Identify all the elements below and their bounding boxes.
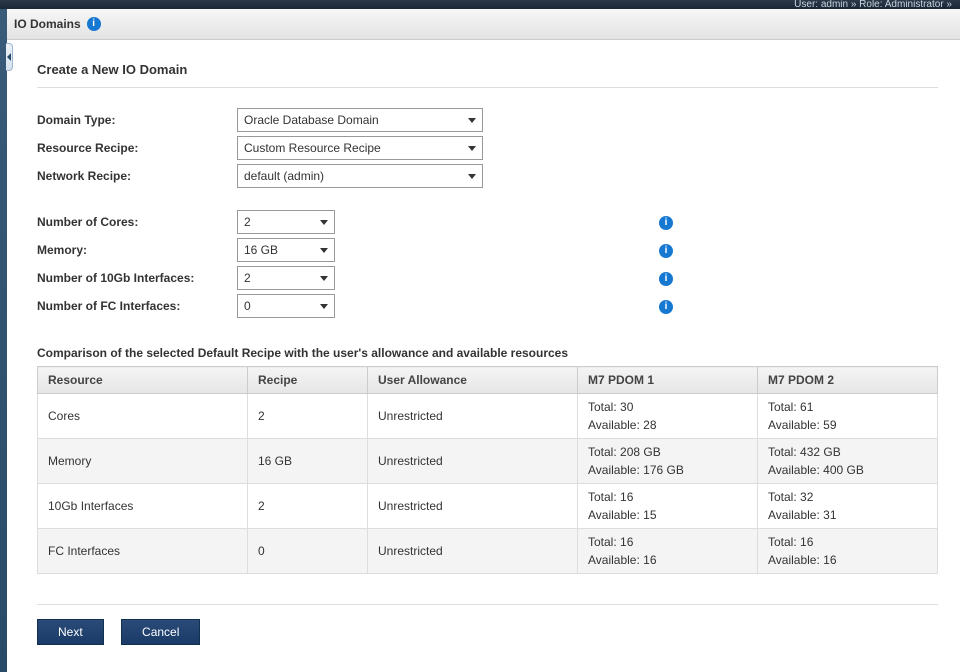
- nav-rail: [0, 9, 7, 672]
- cell-recipe: 16 GB: [248, 439, 368, 484]
- th-user: User Allowance: [368, 367, 578, 394]
- fc-select[interactable]: 0: [237, 294, 335, 318]
- ten-gb-value: 2: [244, 271, 251, 285]
- cell-resource: 10Gb Interfaces: [38, 484, 248, 529]
- resource-recipe-select[interactable]: Custom Resource Recipe: [237, 136, 483, 160]
- memory-select[interactable]: 16 GB: [237, 238, 335, 262]
- table-row: FC Interfaces0UnrestrictedTotal: 16Avail…: [38, 529, 938, 574]
- resource-recipe-label: Resource Recipe:: [37, 141, 237, 155]
- chevron-down-icon: [320, 304, 328, 309]
- comparison-title: Comparison of the selected Default Recip…: [37, 346, 938, 360]
- th-pdom1: M7 PDOM 1: [578, 367, 758, 394]
- th-recipe: Recipe: [248, 367, 368, 394]
- chevron-down-icon: [468, 146, 476, 151]
- chevron-down-icon: [468, 174, 476, 179]
- info-icon[interactable]: i: [659, 272, 673, 286]
- th-resource: Resource: [38, 367, 248, 394]
- nav-rail-expand[interactable]: [6, 43, 13, 71]
- cell-resource: Memory: [38, 439, 248, 484]
- cell-pdom1: Total: 208 GBAvailable: 176 GB: [578, 439, 758, 484]
- cores-select[interactable]: 2: [237, 210, 335, 234]
- memory-value: 16 GB: [244, 243, 278, 257]
- cell-user: Unrestricted: [368, 484, 578, 529]
- domain-type-label: Domain Type:: [37, 113, 237, 127]
- cell-pdom2: Total: 432 GBAvailable: 400 GB: [758, 439, 938, 484]
- info-icon[interactable]: i: [87, 17, 101, 31]
- cell-resource: FC Interfaces: [38, 529, 248, 574]
- cell-resource: Cores: [38, 394, 248, 439]
- cell-user: Unrestricted: [368, 439, 578, 484]
- cell-recipe: 2: [248, 484, 368, 529]
- header-title: IO Domains: [14, 17, 81, 31]
- page-title: Create a New IO Domain: [37, 56, 938, 88]
- cell-user: Unrestricted: [368, 394, 578, 439]
- cancel-button[interactable]: Cancel: [121, 619, 200, 645]
- network-recipe-label: Network Recipe:: [37, 169, 237, 183]
- fc-label: Number of FC Interfaces:: [37, 299, 237, 313]
- cell-recipe: 2: [248, 394, 368, 439]
- memory-label: Memory:: [37, 243, 237, 257]
- table-row: 10Gb Interfaces2UnrestrictedTotal: 16Ava…: [38, 484, 938, 529]
- info-icon[interactable]: i: [659, 244, 673, 258]
- cell-pdom2: Total: 16Available: 16: [758, 529, 938, 574]
- chevron-down-icon: [320, 276, 328, 281]
- network-recipe-value: default (admin): [244, 169, 324, 183]
- resource-recipe-value: Custom Resource Recipe: [244, 141, 381, 155]
- comparison-table: Resource Recipe User Allowance M7 PDOM 1…: [37, 366, 938, 574]
- info-icon[interactable]: i: [659, 216, 673, 230]
- cores-label: Number of Cores:: [37, 215, 237, 229]
- cell-pdom1: Total: 16Available: 16: [578, 529, 758, 574]
- th-pdom2: M7 PDOM 2: [758, 367, 938, 394]
- cell-pdom2: Total: 61Available: 59: [758, 394, 938, 439]
- network-recipe-select[interactable]: default (admin): [237, 164, 483, 188]
- next-button[interactable]: Next: [37, 619, 104, 645]
- table-header-row: Resource Recipe User Allowance M7 PDOM 1…: [38, 367, 938, 394]
- cell-pdom1: Total: 30Available: 28: [578, 394, 758, 439]
- cell-user: Unrestricted: [368, 529, 578, 574]
- cell-recipe: 0: [248, 529, 368, 574]
- domain-type-value: Oracle Database Domain: [244, 113, 379, 127]
- top-user-bar: User: admin » Role: Administrator »: [0, 0, 960, 9]
- cell-pdom1: Total: 16Available: 15: [578, 484, 758, 529]
- cores-value: 2: [244, 215, 251, 229]
- fc-value: 0: [244, 299, 251, 313]
- chevron-down-icon: [468, 118, 476, 123]
- table-row: Cores2UnrestrictedTotal: 30Available: 28…: [38, 394, 938, 439]
- page-header: IO Domains i: [0, 9, 960, 40]
- info-icon[interactable]: i: [659, 300, 673, 314]
- ten-gb-label: Number of 10Gb Interfaces:: [37, 271, 237, 285]
- chevron-down-icon: [320, 220, 328, 225]
- chevron-down-icon: [320, 248, 328, 253]
- table-row: Memory16 GBUnrestrictedTotal: 208 GBAvai…: [38, 439, 938, 484]
- domain-type-select[interactable]: Oracle Database Domain: [237, 108, 483, 132]
- ten-gb-select[interactable]: 2: [237, 266, 335, 290]
- cell-pdom2: Total: 32Available: 31: [758, 484, 938, 529]
